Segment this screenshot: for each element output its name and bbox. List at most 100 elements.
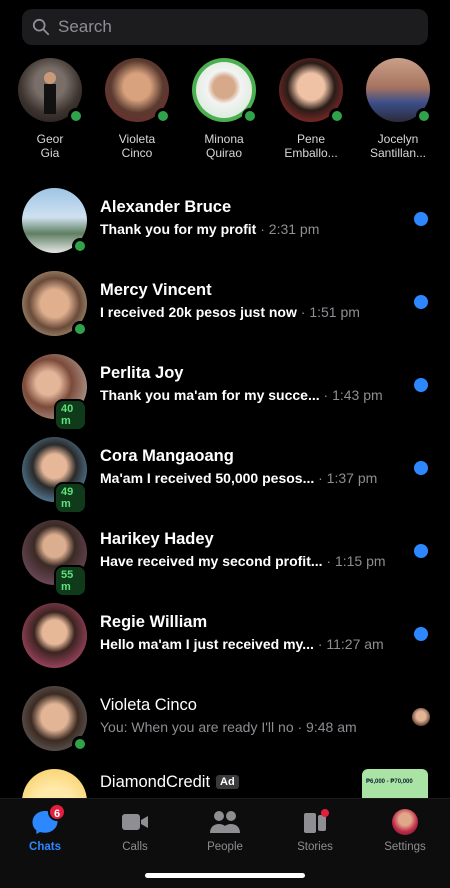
tab-label: Stories [297,841,333,853]
contact-name: Harikey Hadey [100,530,214,548]
story-name: Geor [36,132,64,146]
story-name: Minona [204,132,244,146]
story-item[interactable]: Violeta Cinco [92,58,182,160]
message-time: · 9:48 am [297,719,357,735]
message-preview: Thank you for my profit · 2:31 pm [100,221,319,237]
story-name: Gia [40,146,60,160]
avatar: 55 m [22,520,87,597]
ad-thumb-text: ₱6,000 - ₱70,000 [366,779,413,785]
message-time: · 1:37 pm [318,470,378,486]
chat-row[interactable]: Alexander Bruce Thank you for my profit … [0,186,450,266]
profile-avatar-icon [390,809,420,835]
video-camera-icon [120,809,150,835]
message-text: Thank you ma'am for my succe... [100,387,320,403]
message-text: Hello ma'am I just received my... [100,636,314,652]
tab-stories[interactable]: Stories [270,809,360,853]
message-text: I received 20k pesos just now [100,304,297,320]
ad-thumbnail[interactable]: ₱6,000 - ₱70,000 [362,769,428,798]
message-preview: I received 20k pesos just now · 1:51 pm [100,304,360,320]
message-preview: Ma'am I received 50,000 pesos... · 1:37 … [100,470,377,486]
message-text: Thank you for my profit [100,221,257,237]
online-indicator [416,108,432,124]
message-preview: Have received my second profit... · 1:15… [100,553,386,569]
active-time-badge: 40 m [54,399,87,431]
unread-indicator [414,627,428,641]
tab-label: Calls [122,841,148,853]
avatar: 49 m [22,437,87,514]
online-indicator [72,736,88,752]
tab-chats[interactable]: 6 Chats [0,803,90,853]
message-time: · 11:27 am [317,636,384,652]
story-name: Violeta [118,132,156,146]
seen-avatar [412,708,430,726]
avatar [366,58,432,124]
chat-row[interactable]: Mercy Vincent I received 20k pesos just … [0,269,450,349]
contact-name: Alexander Bruce [100,198,232,216]
search-input[interactable] [58,17,398,37]
avatar: 40 m [22,354,87,431]
unread-indicator [414,212,428,226]
avatar [22,603,87,668]
story-item[interactable]: Minona Quirao [179,58,269,160]
tab-label: Settings [384,841,426,853]
chat-row[interactable]: Violeta Cinco You: When you are ready I'… [0,684,450,764]
message-time: · 1:15 pm [326,553,386,569]
tab-people[interactable]: People [180,809,270,853]
tab-label: People [207,841,243,853]
ad-name: DiamondCredit Ad [100,773,239,792]
tab-settings[interactable]: Settings [360,809,450,853]
chat-row[interactable]: 49 m Cora Mangaoang Ma'am I received 50,… [0,435,450,515]
message-text: Ma'am I received 50,000 pesos... [100,470,315,486]
message-preview: Thank you ma'am for my succe... · 1:43 p… [100,387,383,403]
story-name: Jocelyn [377,132,419,146]
message-time: · 1:43 pm [323,387,383,403]
message-time: · 2:31 pm [260,221,320,237]
story-name: Pene [296,132,326,146]
chat-row[interactable]: Regie William Hello ma'am I just receive… [0,601,450,681]
active-friends-row: Geor Gia Violeta Cinco Minona Quirao Pene Em… [0,58,450,168]
avatar [192,58,258,124]
active-time-badge: 49 m [54,482,87,514]
online-indicator [72,238,88,254]
unread-count-badge: 6 [48,803,66,821]
online-indicator [155,108,171,124]
message-time: · 1:51 pm [300,304,360,320]
contact-name: Violeta Cinco [100,696,197,714]
avatar [18,58,84,124]
message-text: Have received my second profit... [100,553,323,569]
search-bar[interactable] [22,9,428,45]
unread-indicator [414,378,428,392]
tab-label: Chats [29,841,61,853]
online-indicator [242,108,258,124]
story-item[interactable]: Geor Gia [5,58,95,160]
ad-row[interactable]: DiamondCredit Ad ₱6,000 - ₱70,000 [0,767,450,798]
contact-name: Regie William [100,613,208,631]
story-name: Emballo... [284,146,338,160]
story-name: Santillan... [369,146,427,160]
contact-name: Perlita Joy [100,364,184,382]
online-indicator [329,108,345,124]
unread-indicator [414,544,428,558]
story-item[interactable]: Jocelyn Santillan... [353,58,443,160]
unread-indicator [414,295,428,309]
avatar [22,686,88,752]
avatar [22,769,87,798]
story-name: Cinco [121,146,153,160]
chat-row[interactable]: 40 m Perlita Joy Thank you ma'am for my … [0,352,450,432]
message-preview: You: When you are ready I'll no · 9:48 a… [100,719,357,735]
online-indicator [72,321,88,337]
avatar [22,188,88,254]
tab-calls[interactable]: Calls [90,809,180,853]
chat-row[interactable]: 55 m Harikey Hadey Have received my seco… [0,518,450,598]
home-indicator [145,873,305,878]
chat-bubble-icon: 6 [30,803,66,835]
search-icon [32,18,50,36]
avatar [22,271,88,337]
unread-indicator [414,461,428,475]
stories-icon [300,809,330,835]
ad-name-text: DiamondCredit [100,773,211,791]
story-item[interactable]: Pene Emballo... [266,58,356,160]
avatar [279,58,345,124]
message-preview: Hello ma'am I just received my... · 11:2… [100,636,384,652]
online-indicator [68,108,84,124]
